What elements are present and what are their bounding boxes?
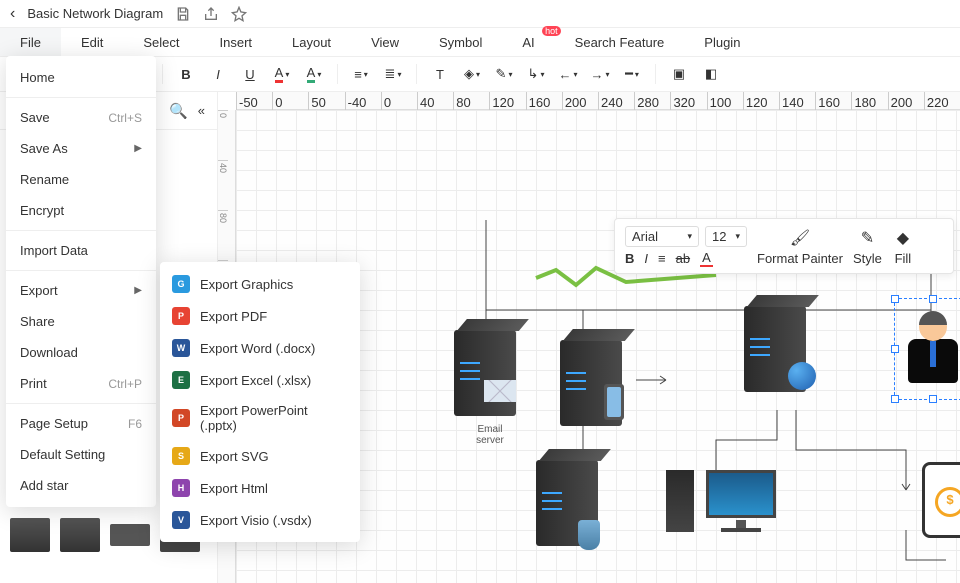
file-menu-item[interactable]: Default Setting [6,439,156,470]
file-menu-item[interactable]: Download [6,337,156,368]
server-shape[interactable] [744,306,806,392]
file-menu-item[interactable]: PrintCtrl+P [6,368,156,399]
align-v-button[interactable]: ≣▾ [380,61,406,87]
float-size-select[interactable]: 12▾ [705,226,747,247]
pc-tower-shape[interactable] [666,470,694,532]
email-server-label: Email server [460,424,520,446]
file-menu-item[interactable]: Page SetupF6 [6,408,156,439]
line-color-button[interactable]: ✎▾ [491,61,517,87]
export-menu-item[interactable]: GExport Graphics [160,268,360,300]
export-submenu: GExport GraphicsPExport PDFWExport Word … [160,262,360,542]
export-menu-item[interactable]: WExport Word (.docx) [160,332,360,364]
menu-layout[interactable]: Layout [272,28,351,56]
export-menu-item[interactable]: EExport Excel (.xlsx) [160,364,360,396]
float-font-color[interactable]: A [700,250,713,267]
highlight-button[interactable]: A▾ [301,61,327,87]
arrow-end-button[interactable]: →▾ [587,61,613,87]
file-menu-item[interactable]: Export▶ [6,275,156,306]
server-shape[interactable] [560,340,622,426]
format-painter-icon: 🖌 [789,227,811,249]
menu-edit[interactable]: Edit [61,28,123,56]
font-color-button[interactable]: A▾ [269,61,295,87]
title-bar: ‹ Basic Network Diagram [0,0,960,28]
file-menu-item[interactable]: SaveCtrl+S [6,102,156,133]
shape-thumb[interactable] [10,518,50,552]
export-menu-item[interactable]: VExport Visio (.vsdx) [160,504,360,536]
star-icon[interactable] [231,6,247,22]
float-font-select[interactable]: Arial▾ [625,226,699,247]
file-menu-item[interactable]: Share [6,306,156,337]
theme-button[interactable]: ◧ [698,61,724,87]
ruler-horizontal: -50050-400408012016020024028032010012014… [236,92,960,110]
underline-button[interactable]: U [237,61,263,87]
menu-view[interactable]: View [351,28,419,56]
search-icon[interactable]: 🔍 [169,102,188,120]
fill-icon: ◆ [892,227,914,249]
float-strike[interactable]: ab [676,251,690,266]
menu-bar: File Edit Select Insert Layout View Symb… [0,28,960,56]
menu-insert[interactable]: Insert [200,28,273,56]
file-menu-item[interactable]: Encrypt [6,195,156,226]
export-menu-item[interactable]: PExport PowerPoint (.pptx) [160,396,360,440]
connector-button[interactable]: ↳▾ [523,61,549,87]
float-bold[interactable]: B [625,251,634,266]
file-menu-dropdown: Home SaveCtrl+SSave As▶RenameEncrypt Impor… [6,56,156,507]
monitor-shape[interactable] [696,470,786,532]
arrow-start-button[interactable]: ←▾ [555,61,581,87]
style-icon: ✎ [856,227,878,249]
collapse-icon[interactable]: « [198,103,205,118]
server-shape[interactable] [536,460,598,546]
file-menu-item[interactable]: Save As▶ [6,133,156,164]
export-menu-item[interactable]: PExport PDF [160,300,360,332]
selection-box[interactable] [894,298,960,400]
export-menu-item[interactable]: HExport Html [160,472,360,504]
email-server-shape[interactable] [454,330,516,416]
share-icon[interactable] [203,6,219,22]
file-menu-item[interactable]: Import Data [6,235,156,266]
layer-button[interactable]: ▣ [666,61,692,87]
bold-button[interactable]: B [173,61,199,87]
file-menu-item[interactable]: Rename [6,164,156,195]
menu-search-feature[interactable]: Search Feature [555,28,685,56]
shape-thumb[interactable] [60,518,100,552]
line-style-button[interactable]: ━▾ [619,61,645,87]
shape-thumb[interactable] [110,524,150,546]
fill-tool-button[interactable]: ◆ Fill [892,227,914,266]
float-italic[interactable]: I [644,251,648,266]
italic-button[interactable]: I [205,61,231,87]
menu-ai[interactable]: AIhot [502,28,554,56]
file-menu-item[interactable]: Add star [6,470,156,501]
menu-symbol[interactable]: Symbol [419,28,502,56]
file-menu-item[interactable]: Home [6,62,156,93]
menu-plugin[interactable]: Plugin [684,28,760,56]
export-menu-item[interactable]: SExport SVG [160,440,360,472]
text-button[interactable]: T [427,61,453,87]
menu-file[interactable]: File [0,28,61,56]
float-align[interactable]: ≡ [658,251,666,266]
fill-button[interactable]: ◈▾ [459,61,485,87]
back-icon[interactable]: ‹ [10,5,15,23]
align-h-button[interactable]: ≡▾ [348,61,374,87]
format-painter-button[interactable]: 🖌 Format Painter [757,227,843,266]
save-icon[interactable] [175,6,191,22]
floating-format-bar[interactable]: Arial▾ 12▾ B I ≡ ab A 🖌 Format Painter [614,218,954,274]
style-button[interactable]: ✎ Style [853,227,882,266]
menu-select[interactable]: Select [123,28,199,56]
mobile-shape[interactable] [922,462,960,538]
document-title: Basic Network Diagram [27,6,163,21]
